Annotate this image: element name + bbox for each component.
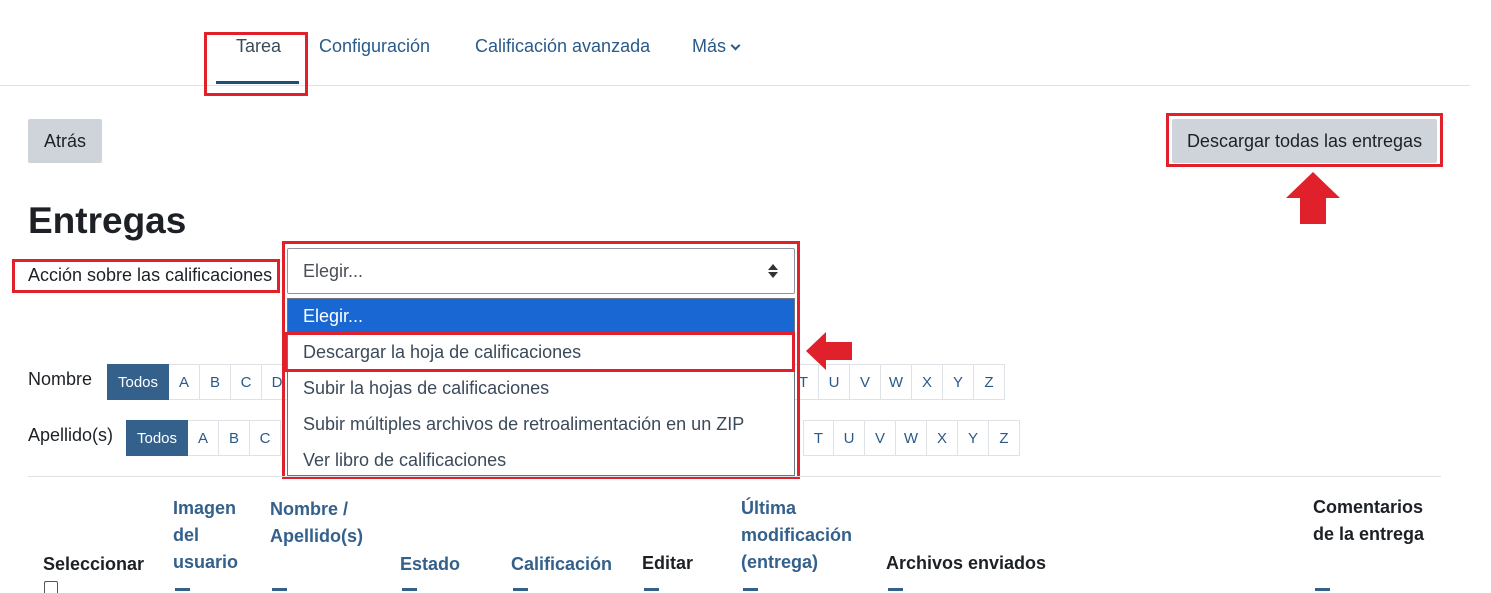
header-name[interactable]: Nombre / Apellido(s) [270,496,380,550]
grading-action-label: Acción sobre las calificaciones [28,265,273,285]
collapse-icon[interactable] [644,588,659,591]
tab-tarea[interactable]: Tarea [236,36,281,57]
arrow-up-icon [1286,172,1340,224]
first-name-all[interactable]: Todos [107,364,170,400]
last-name-letter[interactable]: X [927,420,958,456]
header-edit: Editar [642,553,694,573]
collapse-icon[interactable] [513,588,528,591]
tab-calificacion-avanzada[interactable]: Calificación avanzada [475,36,650,57]
download-all-submissions-button[interactable]: Descargar todas las entregas [1172,119,1437,163]
last-name-initials-bar-right: T U V W X Y Z [803,420,1020,456]
option-upload-feedback-zip[interactable]: Subir múltiples archivos de retroaliment… [288,407,794,441]
last-name-initials-bar-left: Todos A B C [126,420,282,456]
active-tab-indicator [216,81,299,84]
collapse-icon[interactable] [743,588,758,591]
first-name-letter[interactable]: C [231,364,263,400]
page-title: Entregas [28,200,187,241]
header-user-image[interactable]: Imagen del usuario [173,495,253,576]
last-name-letter[interactable]: A [188,420,220,456]
first-name-filter-label: Nombre [28,369,93,389]
last-name-letter[interactable]: W [896,420,927,456]
collapse-icon[interactable] [175,588,190,591]
grading-action-dropdown: Elegir... Descargar la hoja de calificac… [287,298,795,476]
last-name-letter[interactable]: C [250,420,282,456]
option-download-grading-worksheet[interactable]: Descargar la hoja de calificaciones [288,335,794,369]
collapse-icon[interactable] [888,588,903,591]
tab-mas-label: Más [692,36,727,56]
first-name-letter[interactable]: B [200,364,232,400]
first-name-letter[interactable]: Y [943,364,974,400]
tab-configuracion[interactable]: Configuración [319,36,430,57]
collapse-icon[interactable] [1315,588,1330,591]
sort-arrows-icon [768,263,778,279]
back-button[interactable]: Atrás [28,119,102,163]
header-last-modified[interactable]: Última modificación (entrega) [741,495,861,576]
first-name-letter[interactable]: W [881,364,912,400]
first-name-letter[interactable]: V [850,364,881,400]
secondary-navigation: Tarea Configuración Calificación avanzad… [0,0,1470,86]
first-name-letter[interactable]: Z [974,364,1005,400]
last-name-letter[interactable]: Z [989,420,1020,456]
header-grade[interactable]: Calificación [511,551,612,578]
chevron-down-icon [730,40,741,51]
collapse-icon[interactable] [402,588,417,591]
first-name-letter[interactable]: X [912,364,943,400]
last-name-letter[interactable]: Y [958,420,989,456]
last-name-letter[interactable]: U [834,420,865,456]
header-submitted-files: Archivos enviados [886,553,1047,573]
table-separator [28,476,1441,477]
last-name-letter[interactable]: B [219,420,251,456]
select-all-checkbox[interactable] [44,581,58,593]
option-elegir[interactable]: Elegir... [288,299,794,333]
last-name-letter[interactable]: T [803,420,834,456]
last-name-all[interactable]: Todos [126,420,189,456]
header-submission-comments: Comentarios de la entrega [1313,497,1425,544]
last-name-filter-label: Apellido(s) [28,425,114,445]
collapse-icon[interactable] [272,588,287,591]
option-upload-grading-worksheet[interactable]: Subir la hojas de calificaciones [288,371,794,405]
grading-action-selected: Elegir... [303,260,364,281]
arrow-left-icon [806,332,852,370]
last-name-letter[interactable]: V [865,420,896,456]
first-name-initials-bar-left: Todos A B C D [107,364,294,400]
grading-action-select[interactable]: Elegir... [287,248,795,294]
option-view-gradebook[interactable]: Ver libro de calificaciones [288,443,794,477]
tab-mas[interactable]: Más [692,36,741,57]
first-name-letter[interactable]: A [169,364,201,400]
header-status[interactable]: Estado [400,551,460,578]
header-select: Seleccionar [43,554,145,574]
